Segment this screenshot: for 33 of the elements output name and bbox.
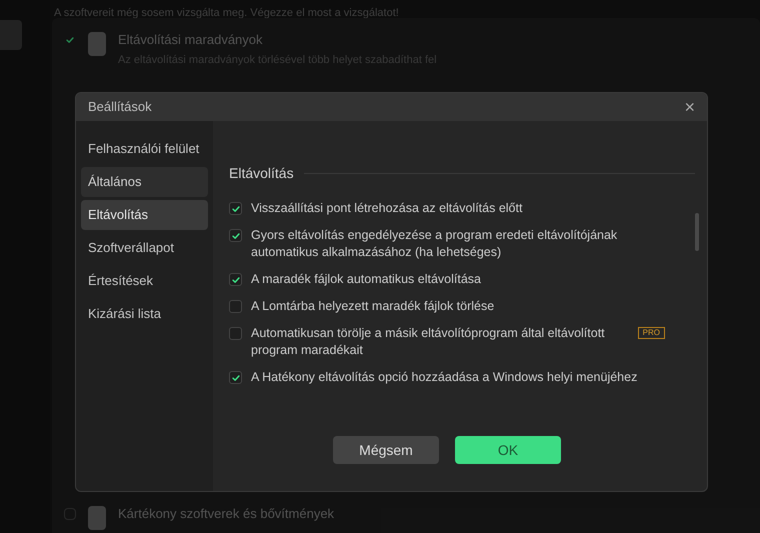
- option-label: Gyors eltávolítás engedélyezése a program eredeti eltávolítójának automatikus alkalmazásához (ha lehetséges): [251, 227, 618, 261]
- file-icon: [88, 506, 106, 530]
- option-label: Visszaállítási pont létrehozása az eltávolítás előtt: [251, 200, 522, 217]
- option-label: Automatikusan törölje a másik eltávolítóprogram által eltávolított program maradékait: [251, 325, 606, 359]
- checkbox[interactable]: [229, 300, 242, 313]
- checkbox[interactable]: [229, 327, 242, 340]
- checkbox[interactable]: [229, 371, 242, 384]
- close-button[interactable]: ×: [684, 98, 695, 116]
- ok-button[interactable]: OK: [455, 436, 561, 464]
- option-label: A Lomtárba helyezett maradék fájlok törlése: [251, 298, 494, 315]
- option-label: A maradék fájlok automatikus eltávolítása: [251, 271, 481, 288]
- scrollbar[interactable]: [695, 213, 699, 251]
- sidebar-item[interactable]: Felhasználói felület: [81, 134, 208, 164]
- file-icon: [88, 32, 106, 56]
- check-icon: [230, 204, 240, 214]
- checkbox[interactable]: [229, 273, 242, 286]
- sidebar-item[interactable]: Szoftverállapot: [81, 233, 208, 263]
- sidebar-item[interactable]: Eltávolítás: [81, 200, 208, 230]
- item-title: Eltávolítási maradványok: [118, 31, 264, 49]
- dialog-title: Beállítások: [88, 98, 152, 116]
- check-icon: [230, 274, 240, 284]
- pro-badge: PRO: [638, 327, 665, 339]
- sidebar-item[interactable]: Értesítések: [81, 266, 208, 296]
- checkbox[interactable]: [229, 229, 242, 242]
- checkbox[interactable]: [229, 202, 242, 215]
- check-icon: [230, 230, 240, 240]
- check-icon: [230, 372, 240, 382]
- cancel-button[interactable]: Mégsem: [333, 436, 439, 464]
- option-label: A Hatékony eltávolítás opció hozzáadása a Windows helyi menüjéhez: [251, 369, 638, 386]
- sidebar-item[interactable]: Általános: [81, 167, 208, 197]
- sidebar-item[interactable]: Kizárási lista: [81, 299, 208, 329]
- section-heading: Eltávolítás: [229, 164, 294, 183]
- item-title: Kártékony szoftverek és bővítmények: [118, 505, 334, 523]
